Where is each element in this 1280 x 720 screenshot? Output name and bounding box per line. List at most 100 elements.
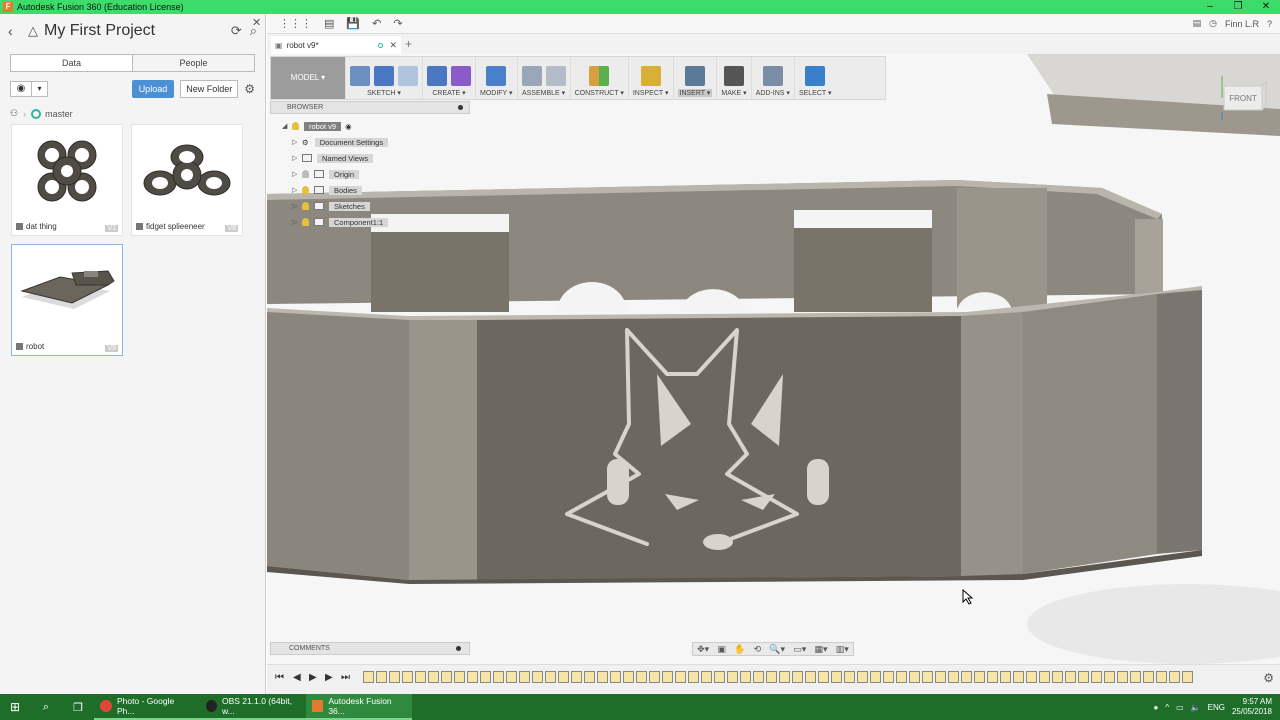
insert-image-icon[interactable] xyxy=(684,66,705,86)
back-arrow-icon[interactable]: ‹ xyxy=(8,23,24,39)
save-icon[interactable]: 💾 xyxy=(346,17,360,30)
visibility-bulb-icon[interactable] xyxy=(302,186,309,194)
timeline-feature-marker[interactable] xyxy=(389,671,400,683)
select-group[interactable]: SELECT ▾ xyxy=(793,57,836,99)
pin-icon[interactable] xyxy=(456,646,461,651)
timeline-feature-marker[interactable] xyxy=(545,671,556,683)
timeline-feature-marker[interactable] xyxy=(1169,671,1180,683)
sketch-group[interactable]: SKETCH ▾ xyxy=(345,57,422,99)
visibility-bulb-icon[interactable] xyxy=(302,218,309,226)
user-account-menu[interactable]: Finn L.R xyxy=(1225,19,1259,29)
construct-menu-label[interactable]: CONSTRUCT ▾ xyxy=(575,89,624,97)
timeline-feature-marker[interactable] xyxy=(467,671,478,683)
task-view-icon[interactable]: ❐ xyxy=(62,701,94,714)
expand-triangle-icon[interactable]: ▷ xyxy=(292,202,302,210)
line-icon[interactable] xyxy=(374,66,394,86)
taskbar-app-chrome[interactable]: Photo - Google Ph... xyxy=(94,694,200,720)
rectangle-icon[interactable] xyxy=(398,66,418,86)
timeline-feature-marker[interactable] xyxy=(831,671,842,683)
timeline-feature-marker[interactable] xyxy=(558,671,569,683)
timeline-feature-marker[interactable] xyxy=(701,671,712,683)
zoom-window-icon[interactable]: ⟲ xyxy=(754,644,762,655)
timeline-feature-marker[interactable] xyxy=(753,671,764,683)
view-cube[interactable]: FRONT xyxy=(1216,72,1268,124)
clock[interactable]: 9:57 AM 25/05/2018 xyxy=(1232,697,1272,717)
joint-icon[interactable] xyxy=(545,66,566,86)
timeline-feature-marker[interactable] xyxy=(532,671,543,683)
timeline-feature-marker[interactable] xyxy=(1117,671,1128,683)
volume-icon[interactable]: 🔈 xyxy=(1191,703,1201,712)
assemble-group[interactable]: ASSEMBLE ▾ xyxy=(516,57,570,99)
timeline-feature-marker[interactable] xyxy=(1039,671,1050,683)
workspace-switcher[interactable]: MODEL ▾ xyxy=(271,57,345,99)
timeline-feature-marker[interactable] xyxy=(1013,671,1024,683)
form-icon[interactable] xyxy=(451,66,471,86)
timeline-feature-marker[interactable] xyxy=(818,671,829,683)
browser-item-bodies[interactable]: ▷ Bodies xyxy=(292,184,362,196)
create-sketch-icon[interactable] xyxy=(350,66,370,86)
tray-overflow-icon[interactable]: ^ xyxy=(1165,703,1169,712)
file-card-fidget-splieeneer[interactable]: fidget splieeneer V8 xyxy=(131,124,243,236)
display-settings-icon[interactable]: ▭▾ xyxy=(793,644,806,655)
timeline-feature-marker[interactable] xyxy=(935,671,946,683)
taskbar-app-obs[interactable]: OBS 21.1.0 (64bit, w... xyxy=(200,694,306,720)
zoom-icon[interactable]: 🔍▾ xyxy=(769,644,785,655)
browser-item-origin[interactable]: ▷ Origin xyxy=(292,168,360,180)
play-icon[interactable]: ▶ xyxy=(309,672,317,683)
upload-button[interactable]: Upload xyxy=(131,80,175,98)
visibility-bulb-icon[interactable] xyxy=(302,170,309,178)
windows-start-icon[interactable]: ⊞ xyxy=(0,700,30,714)
timeline-feature-marker[interactable] xyxy=(922,671,933,683)
timeline-feature-marker[interactable] xyxy=(987,671,998,683)
timeline-feature-marker[interactable] xyxy=(1026,671,1037,683)
browser-item-named-views[interactable]: ▷ Named Views xyxy=(292,152,374,164)
gear-icon[interactable]: ⚙ xyxy=(244,82,255,96)
timeline-feature-marker[interactable] xyxy=(844,671,855,683)
obs-tray-icon[interactable]: ● xyxy=(1153,703,1158,712)
make-group[interactable]: MAKE ▾ xyxy=(716,57,750,99)
expand-triangle-icon[interactable]: ▷ xyxy=(292,218,302,226)
minimize-button[interactable]: – xyxy=(1196,0,1224,14)
visibility-bulb-icon[interactable] xyxy=(302,202,309,210)
create-menu-label[interactable]: CREATE ▾ xyxy=(432,89,465,97)
document-tab[interactable]: ▣ robot v9* ✕ xyxy=(271,36,401,54)
timeline-feature-marker[interactable] xyxy=(779,671,790,683)
pin-icon[interactable] xyxy=(458,105,463,110)
timeline-feature-marker[interactable] xyxy=(584,671,595,683)
timeline-feature-marker[interactable] xyxy=(948,671,959,683)
timeline-feature-marker[interactable] xyxy=(506,671,517,683)
browser-item-sketches[interactable]: ▷ Sketches xyxy=(292,200,370,212)
browser-panel-header[interactable]: BROWSER xyxy=(270,101,470,114)
step-forward-icon[interactable]: ▶ xyxy=(325,672,333,683)
timeline-feature-marker[interactable] xyxy=(493,671,504,683)
timeline-feature-marker[interactable] xyxy=(740,671,751,683)
maximize-button[interactable]: ❐ xyxy=(1224,0,1252,14)
add-ins-group[interactable]: ADD-INS ▾ xyxy=(750,57,794,99)
file-menu-icon[interactable]: ▤ xyxy=(324,17,334,30)
data-panel-toggle-icon[interactable]: ⋮⋮⋮ xyxy=(279,17,312,30)
timeline-feature-marker[interactable] xyxy=(428,671,439,683)
timeline-feature-marker[interactable] xyxy=(623,671,634,683)
timeline-feature-marker[interactable] xyxy=(714,671,725,683)
timeline-feature-marker[interactable] xyxy=(649,671,660,683)
pan-icon[interactable]: ✋ xyxy=(734,644,745,655)
undo-icon[interactable]: ↶ xyxy=(372,17,381,30)
select-menu-label[interactable]: SELECT ▾ xyxy=(799,89,832,97)
timeline-feature-marker[interactable] xyxy=(1065,671,1076,683)
timeline-feature-marker[interactable] xyxy=(1078,671,1089,683)
look-at-icon[interactable]: ▣ xyxy=(717,644,726,655)
notifications-icon[interactable]: ▤ xyxy=(1193,18,1202,29)
timeline-feature-marker[interactable] xyxy=(805,671,816,683)
timeline-track[interactable] xyxy=(363,671,1243,685)
expand-triangle-icon[interactable]: ▷ xyxy=(292,170,302,178)
help-icon[interactable]: ? xyxy=(1267,19,1272,29)
browser-item-component1[interactable]: ▷ Component1:1 xyxy=(292,216,389,228)
refresh-icon[interactable]: ⟳ xyxy=(231,23,242,39)
inspect-menu-label[interactable]: INSPECT ▾ xyxy=(633,89,669,97)
activate-radio-icon[interactable]: ◉ xyxy=(345,122,352,131)
extrude-icon[interactable] xyxy=(427,66,447,86)
timeline-feature-marker[interactable] xyxy=(974,671,985,683)
insert-group[interactable]: INSERT ▾ xyxy=(672,57,717,99)
timeline-feature-marker[interactable] xyxy=(1156,671,1167,683)
canvas-viewport[interactable] xyxy=(267,54,1280,664)
